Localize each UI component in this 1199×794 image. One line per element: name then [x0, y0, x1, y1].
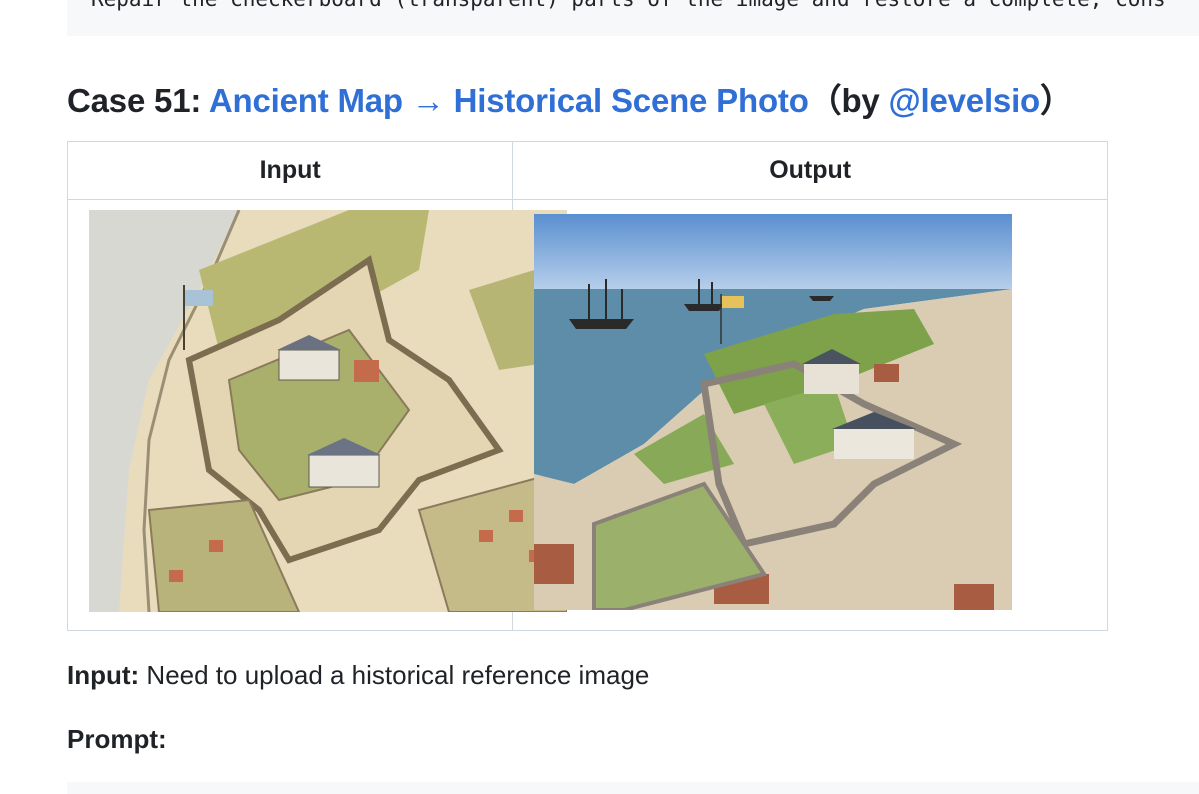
- code-block-bottom: [67, 782, 1199, 794]
- input-cell: [66, 199, 567, 631]
- case-prefix: Case 51:: [67, 82, 209, 119]
- code-block-top: Repair the checkerboard (transparent) pa…: [67, 0, 1199, 36]
- output-image[interactable]: [534, 214, 1013, 610]
- code-line: Repair the checkerboard (transparent) pa…: [91, 0, 1166, 11]
- output-cell: [512, 199, 1108, 631]
- header-output: Output: [512, 141, 1108, 200]
- by-open: （by: [808, 82, 889, 119]
- input-note: Input: Need to upload a historical refer…: [67, 660, 649, 691]
- comparison-table: Input Output: [66, 141, 1108, 631]
- header-input: Input: [66, 141, 514, 200]
- prompt-label: Prompt:: [67, 724, 167, 754]
- input-note-text: Need to upload a historical reference im…: [139, 660, 650, 690]
- input-image[interactable]: [89, 210, 567, 612]
- case-title-link[interactable]: Ancient Map → Historical Scene Photo: [209, 82, 809, 119]
- input-note-label: Input:: [67, 660, 140, 690]
- author-link[interactable]: @levelsio: [889, 82, 1041, 119]
- ancient-map-illustration: [89, 210, 567, 612]
- historical-photo-illustration: [534, 214, 1013, 610]
- by-close: ）: [1040, 82, 1073, 119]
- case-heading: Case 51: Ancient Map → Historical Scene …: [67, 74, 1073, 122]
